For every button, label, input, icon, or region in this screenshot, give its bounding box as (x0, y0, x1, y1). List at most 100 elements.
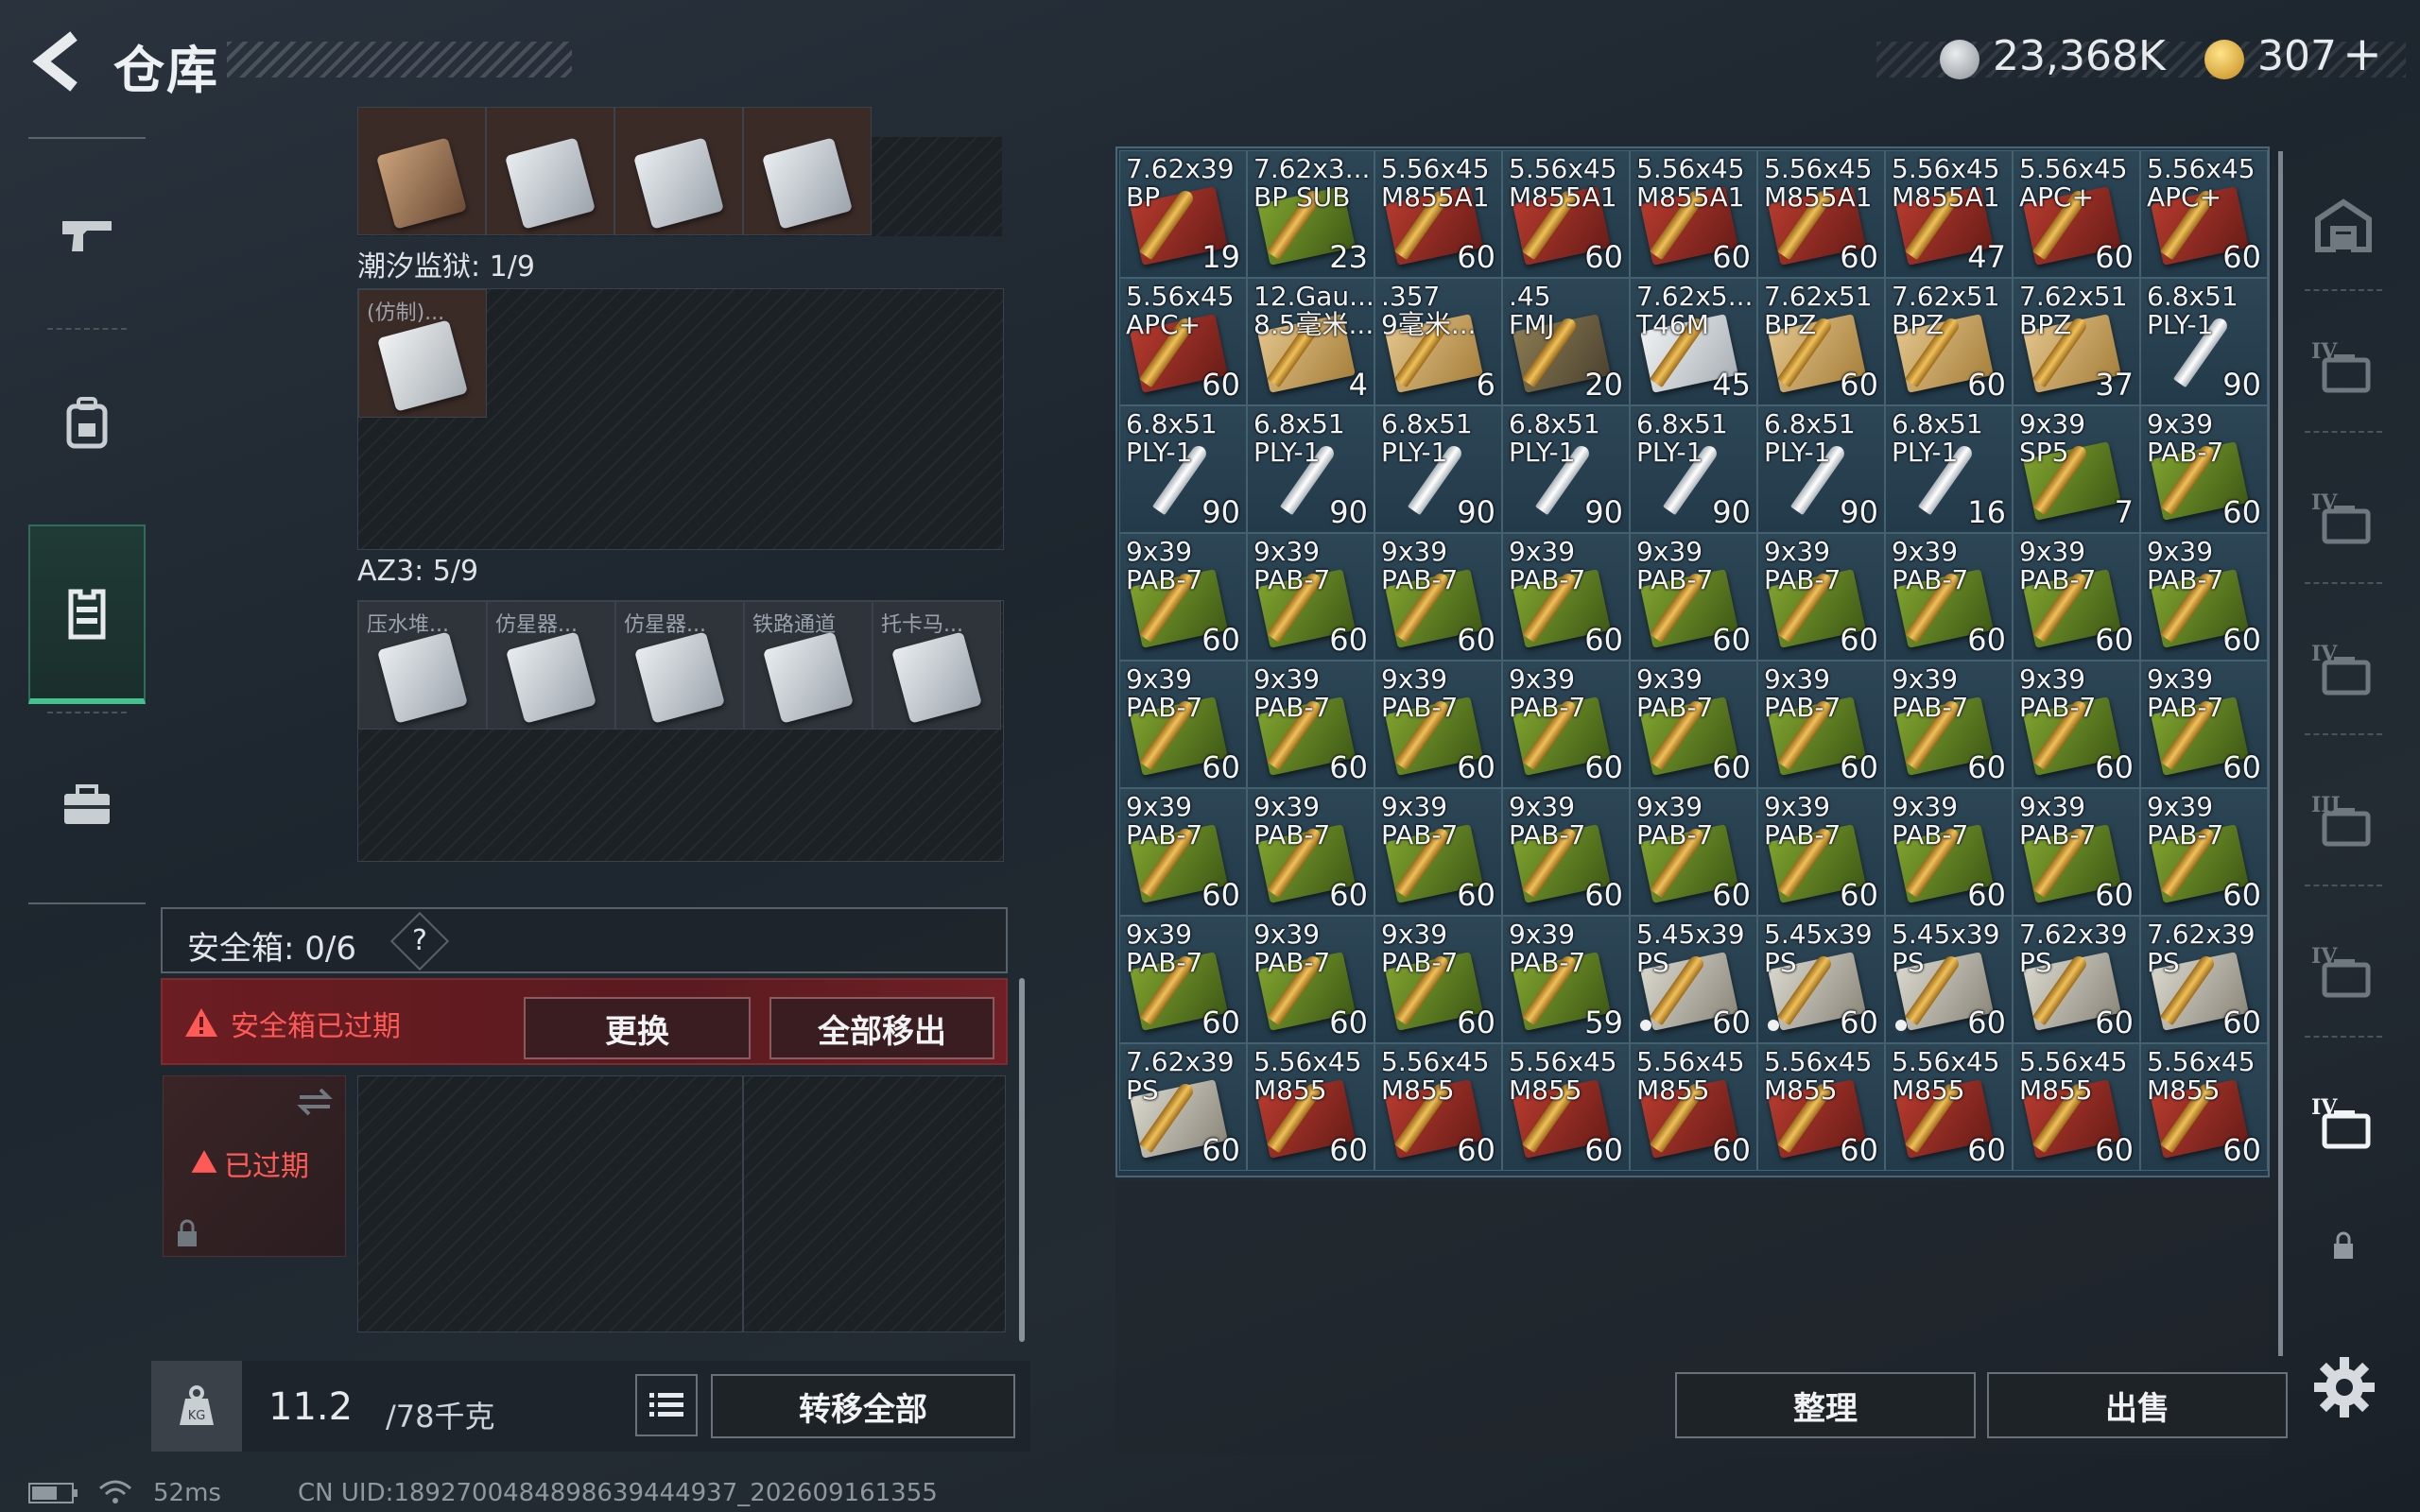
stash-item[interactable]: 9x39 PAB-7 60 (1630, 533, 1757, 661)
stash-item[interactable]: 5.56x45 APC+ 60 (2013, 150, 2140, 278)
stash-item[interactable]: 5.56x45 M855A1 47 (1885, 150, 2013, 278)
stash-item[interactable]: 6.8x51 PLY-1 90 (1757, 405, 1885, 533)
stash-item[interactable]: 12.Gau... 8.5毫米... 4 (1247, 278, 1374, 405)
stash-item[interactable]: 9x39 PAB-7 60 (2013, 533, 2140, 661)
container-slot[interactable] (486, 107, 614, 235)
nav-weapons[interactable] (28, 146, 146, 326)
container-slot[interactable]: 仿星器... (615, 601, 744, 730)
container-slot[interactable]: 压水堆... (358, 601, 487, 730)
transfer-all-button[interactable]: 转移全部 (711, 1374, 1015, 1438)
stash-item[interactable]: 9x39 PAB-7 60 (1119, 661, 1247, 788)
stash-item[interactable]: 9x39 PAB-7 60 (1374, 916, 1502, 1043)
stash-item[interactable]: 5.56x45 M855A1 60 (1630, 150, 1757, 278)
right-nav-item[interactable]: IV (2295, 293, 2392, 444)
stash-item[interactable]: 5.56x45 M855 60 (2013, 1043, 2140, 1171)
safe-box-help-button[interactable]: ? (389, 911, 450, 971)
stash-item[interactable]: 9x39 PAB-7 60 (1119, 533, 1247, 661)
stash-item[interactable]: 5.56x45 M855 60 (1630, 1043, 1757, 1171)
stash-item[interactable]: 6.8x51 PLY-1 16 (1885, 405, 2013, 533)
right-nav-item[interactable]: IV (2295, 898, 2392, 1049)
stash-item[interactable]: 7.62x39 PS 60 (2140, 916, 2268, 1043)
stash-item[interactable]: 6.8x51 PLY-1 90 (1502, 405, 1630, 533)
nav-toolbox[interactable] (28, 715, 146, 895)
stash-item[interactable]: 9x39 PAB-7 60 (2140, 788, 2268, 916)
settings-button[interactable] (2307, 1349, 2382, 1425)
container-slot[interactable] (743, 107, 872, 235)
stash-item[interactable]: 9x39 PAB-7 60 (1502, 533, 1630, 661)
stash-item[interactable]: 6.8x51 PLY-1 90 (1119, 405, 1247, 533)
weight-lock-button[interactable]: KG (151, 1361, 242, 1452)
stash-item[interactable]: 5.45x39 PS 60 (1885, 916, 2013, 1043)
stash-item[interactable]: 5.45x39 PS 60 (1757, 916, 1885, 1043)
container-slot[interactable] (357, 107, 486, 235)
container-slot[interactable]: 仿星器... (487, 601, 615, 730)
stash-item[interactable]: 9x39 PAB-7 60 (1757, 533, 1885, 661)
stash-item[interactable]: .45 FMJ 20 (1502, 278, 1630, 405)
stash-item[interactable]: 7.62x3... BP SUB 23 (1247, 150, 1374, 278)
stash-item[interactable]: 7.62x5... T46M 45 (1630, 278, 1757, 405)
stash-item[interactable]: 9x39 PAB-7 60 (1757, 661, 1885, 788)
stash-item[interactable]: 9x39 PAB-7 60 (1630, 788, 1757, 916)
stash-item[interactable]: 7.62x51 BPZ 60 (1885, 278, 2013, 405)
stash-item[interactable]: 9x39 PAB-7 60 (2140, 405, 2268, 533)
stash-item[interactable]: 5.56x45 M855 60 (1885, 1043, 2013, 1171)
sort-button[interactable]: 整理 (1675, 1372, 1976, 1438)
container-slot[interactable] (614, 107, 743, 235)
stash-item[interactable]: .357 9毫米... 6 (1374, 278, 1502, 405)
stash-item[interactable]: 9x39 PAB-7 60 (1630, 661, 1757, 788)
container-scrollbar[interactable] (1019, 978, 1025, 1342)
add-currency-button[interactable]: + (2342, 26, 2382, 81)
replace-button[interactable]: 更换 (524, 997, 751, 1059)
container-slot[interactable]: 托卡马... (873, 601, 1001, 730)
stash-item[interactable]: 6.8x51 PLY-1 90 (1630, 405, 1757, 533)
stash-item[interactable]: 5.45x39 PS 60 (1630, 916, 1757, 1043)
stash-item[interactable]: 5.56x45 M855A1 60 (1502, 150, 1630, 278)
sell-button[interactable]: 出售 (1987, 1372, 2288, 1438)
stash-item[interactable]: 9x39 PAB-7 60 (2140, 533, 2268, 661)
right-nav-item[interactable] (2295, 151, 2392, 302)
stash-item[interactable]: 9x39 PAB-7 60 (1885, 661, 2013, 788)
nav-armor[interactable] (28, 524, 146, 704)
stash-item[interactable]: 5.56x45 M855 60 (1502, 1043, 1630, 1171)
nav-backpack[interactable] (28, 334, 146, 513)
stash-item[interactable]: 7.62x39 PS 60 (1119, 1043, 1247, 1171)
stash-item[interactable]: 9x39 PAB-7 60 (1119, 916, 1247, 1043)
right-nav-item[interactable]: IV (2295, 444, 2392, 595)
stash-item[interactable]: 9x39 PAB-7 60 (1119, 788, 1247, 916)
container-slot[interactable]: (仿制)... (358, 289, 487, 418)
stash-item[interactable]: 9x39 SP5 7 (2013, 405, 2140, 533)
stash-item[interactable]: 9x39 PAB-7 60 (2013, 788, 2140, 916)
safe-case-slot[interactable]: 已过期 (163, 1075, 346, 1257)
right-nav-item[interactable]: III (2295, 747, 2392, 898)
stash-item[interactable]: 5.56x45 APC+ 60 (2140, 150, 2268, 278)
stash-item[interactable]: 6.8x51 PLY-1 90 (1247, 405, 1374, 533)
stash-item[interactable]: 6.8x51 PLY-1 90 (2140, 278, 2268, 405)
lock-button[interactable] (2295, 1210, 2392, 1285)
move-all-out-button[interactable]: 全部移出 (769, 997, 994, 1059)
stash-item[interactable]: 5.56x45 M855 60 (2140, 1043, 2268, 1171)
stash-item[interactable]: 6.8x51 PLY-1 90 (1374, 405, 1502, 533)
stash-item[interactable]: 9x39 PAB-7 60 (1374, 533, 1502, 661)
stash-scrollbar[interactable] (2278, 151, 2283, 1356)
stash-item[interactable]: 5.56x45 M855A1 60 (1374, 150, 1502, 278)
stash-item[interactable]: 5.56x45 M855 60 (1247, 1043, 1374, 1171)
stash-item[interactable]: 9x39 PAB-7 59 (1502, 916, 1630, 1043)
back-button[interactable] (28, 28, 85, 94)
stash-item[interactable]: 9x39 PAB-7 60 (1374, 788, 1502, 916)
stash-item[interactable]: 9x39 PAB-7 60 (2013, 661, 2140, 788)
stash-item[interactable]: 5.56x45 M855A1 60 (1757, 150, 1885, 278)
right-nav-item[interactable]: IV (2295, 595, 2392, 747)
stash-item[interactable]: 5.56x45 M855 60 (1374, 1043, 1502, 1171)
stash-item[interactable]: 9x39 PAB-7 60 (1502, 661, 1630, 788)
list-view-button[interactable] (635, 1374, 698, 1436)
stash-item[interactable]: 9x39 PAB-7 60 (1247, 661, 1374, 788)
stash-item[interactable]: 9x39 PAB-7 60 (1247, 916, 1374, 1043)
stash-item[interactable]: 7.62x39 BP 19 (1119, 150, 1247, 278)
stash-item[interactable]: 5.56x45 APC+ 60 (1119, 278, 1247, 405)
stash-item[interactable]: 9x39 PAB-7 60 (1247, 533, 1374, 661)
container-slot[interactable]: 铁路通道 (744, 601, 873, 730)
stash-item[interactable]: 9x39 PAB-7 60 (2140, 661, 2268, 788)
stash-item[interactable]: 7.62x51 BPZ 37 (2013, 278, 2140, 405)
stash-item[interactable]: 9x39 PAB-7 60 (1885, 533, 2013, 661)
stash-item[interactable]: 9x39 PAB-7 60 (1885, 788, 2013, 916)
